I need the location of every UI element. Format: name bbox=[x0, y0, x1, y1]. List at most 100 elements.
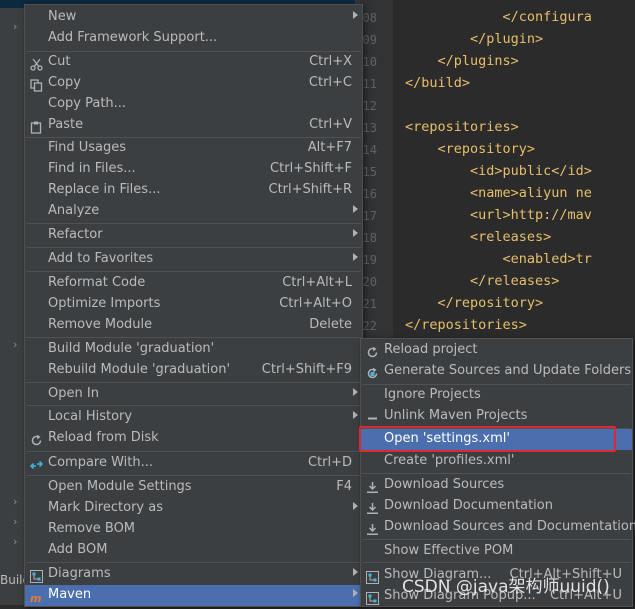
menu-item-generate-sources-and-update-folders[interactable]: Generate Sources and Update Folders bbox=[361, 361, 632, 382]
submenu-arrow-icon bbox=[353, 11, 358, 19]
submenu-arrow-icon bbox=[353, 589, 358, 597]
menu-item-copy[interactable]: Copy Ctrl+C bbox=[25, 73, 362, 94]
menu-item-label: New bbox=[48, 9, 77, 24]
generate-icon bbox=[366, 365, 379, 379]
menu-item-download-sources-and-documentation[interactable]: Download Sources and Documentation bbox=[361, 517, 635, 538]
menu-item-replace-in-files[interactable]: Replace in Files... Ctrl+Shift+R bbox=[25, 180, 362, 201]
menu-item-add-bom[interactable]: Add BOM bbox=[25, 540, 362, 561]
menu-item-diagrams[interactable]: Diagrams bbox=[25, 564, 362, 585]
menu-item-new[interactable]: New bbox=[25, 7, 362, 28]
code-line: </plugins> bbox=[405, 53, 519, 69]
maven-submenu: Reload project Generate Sources and Updat… bbox=[359, 338, 635, 607]
menu-item-label: Generate Sources and Update Folders bbox=[384, 363, 632, 378]
menu-item-show-effective-pom[interactable]: Show Effective POM bbox=[361, 541, 632, 562]
tree-expand-icon[interactable]: › bbox=[13, 535, 17, 548]
menu-item-local-history[interactable]: Local History bbox=[25, 407, 362, 428]
tree-expand-icon[interactable]: › bbox=[13, 338, 17, 351]
menu-item-download-sources[interactable]: Download Sources bbox=[361, 475, 632, 496]
menu-item-refactor[interactable]: Refactor bbox=[25, 225, 362, 246]
menu-item-label: Reload from Disk bbox=[48, 430, 159, 445]
code-line: <id>public</id> bbox=[405, 163, 592, 179]
tree-expand-icon[interactable]: › bbox=[13, 515, 17, 528]
menu-item-remove-bom[interactable]: Remove BOM bbox=[25, 519, 362, 540]
diagram-icon bbox=[366, 590, 379, 605]
code-line: <releases> bbox=[405, 229, 552, 245]
menu-item-label: Paste bbox=[48, 117, 84, 132]
menu-item-label: Add to Favorites bbox=[48, 251, 154, 266]
menu-item-reformat-code[interactable]: Reformat Code Ctrl+Alt+L bbox=[25, 273, 362, 294]
menu-item-shortcut: Ctrl+D bbox=[307, 455, 352, 470]
menu-item-label: Compare With... bbox=[48, 455, 154, 470]
menu-separator bbox=[26, 337, 361, 338]
menu-item-label: Maven bbox=[48, 587, 92, 602]
menu-item-label: Add Framework Support... bbox=[48, 30, 218, 45]
menu-item-add-to-favorites[interactable]: Add to Favorites bbox=[25, 249, 362, 270]
menu-item-build-module-graduation[interactable]: Build Module 'graduation' bbox=[25, 339, 362, 360]
menu-item-label: Copy Path... bbox=[48, 96, 127, 111]
menu-item-label: Reformat Code bbox=[48, 275, 146, 290]
download-icon bbox=[366, 500, 379, 514]
code-line: </repositories> bbox=[405, 317, 527, 333]
menu-item-shortcut: Ctrl+Alt+O bbox=[279, 296, 352, 311]
menu-item-label: Download Documentation bbox=[384, 498, 553, 513]
code-line: <url>http://mav bbox=[405, 207, 592, 223]
menu-item-ignore-projects[interactable]: Ignore Projects bbox=[361, 385, 632, 406]
menu-item-shortcut: Ctrl+Shift+F9 bbox=[261, 362, 352, 377]
menu-item-find-in-files[interactable]: Find in Files... Ctrl+Shift+F bbox=[25, 159, 362, 180]
menu-item-label: Local History bbox=[48, 409, 133, 424]
menu-item-paste[interactable]: Paste Ctrl+V bbox=[25, 115, 362, 136]
menu-item-reload-from-disk[interactable]: Reload from Disk bbox=[25, 428, 362, 449]
reload-icon bbox=[30, 432, 43, 446]
menu-item-unlink-maven-projects[interactable]: Unlink Maven Projects bbox=[361, 406, 632, 427]
menu-separator bbox=[26, 451, 361, 452]
menu-item-copy-path[interactable]: Copy Path... bbox=[25, 94, 362, 115]
menu-item-label: Remove BOM bbox=[48, 521, 136, 536]
menu-item-find-usages[interactable]: Find Usages Alt+F7 bbox=[25, 138, 362, 159]
watermark: CSDN @java架构师uuid() bbox=[402, 577, 610, 597]
paste-icon bbox=[30, 119, 43, 134]
menu-item-reload-project[interactable]: Reload project bbox=[361, 340, 632, 361]
menu-separator bbox=[26, 382, 361, 383]
menu-item-rebuild-module-graduation[interactable]: Rebuild Module 'graduation' Ctrl+Shift+F9 bbox=[25, 360, 362, 381]
code-line: </configura bbox=[405, 9, 592, 25]
tree-expand-icon[interactable]: › bbox=[13, 495, 17, 508]
menu-separator bbox=[26, 475, 361, 476]
menu-item-label: Show Effective POM bbox=[384, 543, 514, 558]
menu-item-open-module-settings[interactable]: Open Module Settings F4 bbox=[25, 477, 362, 498]
context-menu: New Add Framework Support... Cut Ctrl+X Copy… bbox=[24, 4, 363, 607]
menu-item-download-documentation[interactable]: Download Documentation bbox=[361, 496, 632, 517]
menu-item-add-framework-support[interactable]: Add Framework Support... bbox=[25, 28, 362, 49]
tree-expand-icon[interactable]: › bbox=[13, 20, 17, 33]
menu-item-open-in[interactable]: Open In bbox=[25, 384, 362, 405]
menu-item-label: Add BOM bbox=[48, 542, 108, 557]
menu-separator bbox=[26, 271, 361, 272]
submenu-arrow-icon bbox=[353, 568, 358, 576]
menu-item-label: Find in Files... bbox=[48, 161, 136, 176]
diagram-icon bbox=[30, 568, 43, 583]
highlight-annotation-box bbox=[359, 426, 616, 452]
submenu-arrow-icon bbox=[353, 411, 358, 419]
menu-item-label: Remove Module bbox=[48, 317, 153, 332]
menu-separator bbox=[362, 473, 631, 474]
menu-item-label: Copy bbox=[48, 75, 81, 90]
menu-item-compare-with[interactable]: Compare With... Ctrl+D bbox=[25, 453, 362, 474]
menu-separator bbox=[26, 405, 361, 406]
menu-item-remove-module[interactable]: Remove Module Delete bbox=[25, 315, 362, 336]
code-line: </build> bbox=[405, 75, 471, 91]
menu-item-cut[interactable]: Cut Ctrl+X bbox=[25, 52, 362, 73]
menu-item-optimize-imports[interactable]: Optimize Imports Ctrl+Alt+O bbox=[25, 294, 362, 315]
menu-item-label: Download Sources and Documentation bbox=[384, 519, 635, 534]
minus-icon bbox=[366, 410, 379, 423]
submenu-arrow-icon bbox=[353, 205, 358, 213]
copy-icon bbox=[30, 77, 43, 92]
menu-item-shortcut: Delete bbox=[309, 317, 352, 332]
submenu-arrow-icon bbox=[353, 253, 358, 261]
menu-item-create-profiles-xml[interactable]: Create 'profiles.xml' bbox=[361, 451, 632, 472]
code-line: <repository> bbox=[405, 141, 536, 157]
menu-item-maven[interactable]: m Maven bbox=[25, 585, 362, 606]
menu-item-label: Open Module Settings bbox=[48, 479, 192, 494]
menu-item-label: Diagrams bbox=[48, 566, 111, 581]
menu-item-mark-directory-as[interactable]: Mark Directory as bbox=[25, 498, 362, 519]
menu-item-analyze[interactable]: Analyze bbox=[25, 201, 362, 222]
code-line: <name>aliyun ne bbox=[405, 185, 592, 201]
